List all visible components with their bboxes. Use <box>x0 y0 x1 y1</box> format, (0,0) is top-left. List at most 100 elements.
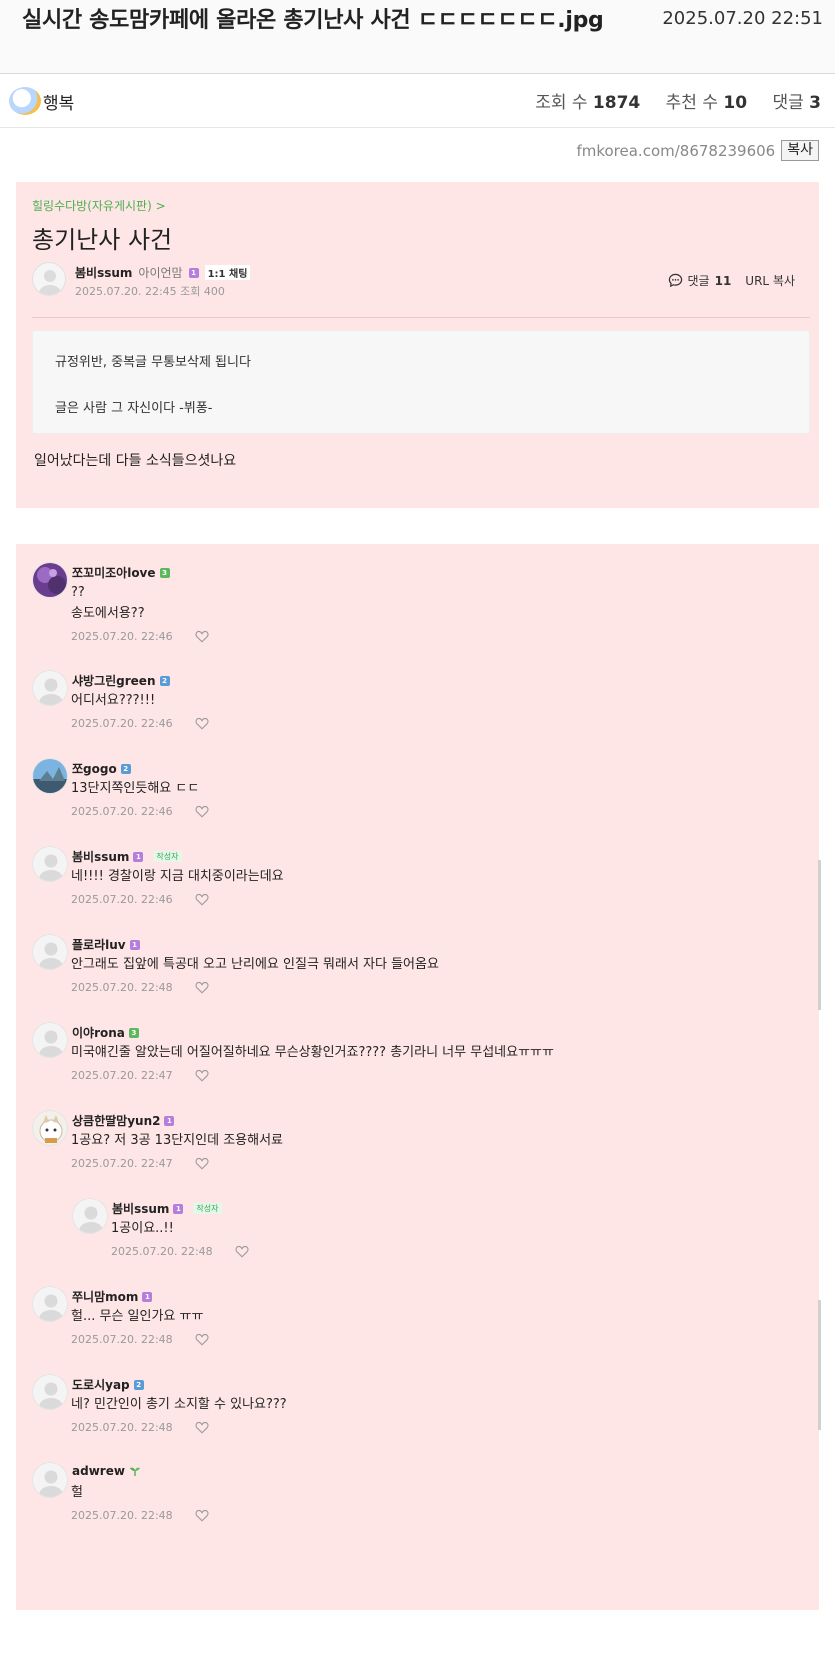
comment-meta: 2025.07.20. 22:48 <box>71 1421 209 1434</box>
author-avatar-icon[interactable] <box>9 87 41 115</box>
post-stats: 조회 수 1874 추천 수 10 댓글 3 <box>535 88 821 113</box>
commenter-name[interactable]: 샤방그린green <box>72 672 156 689</box>
commenter-avatar-icon[interactable] <box>32 1022 68 1058</box>
level-badge-icon: 1 <box>129 939 140 950</box>
comment-date: 2025.07.20. 22:46 <box>71 717 173 730</box>
commenter-avatar-icon[interactable] <box>72 1198 108 1234</box>
commenter-name[interactable]: 쭈니맘mom <box>72 1288 138 1305</box>
comment-line: 1공요? 저 3공 13단지인데 조용해서료 <box>71 1133 283 1148</box>
writer-info: 봄비ssum 아이언맘 1 1:1 채팅 <box>75 264 251 281</box>
commenter-info: 봄비ssum 1 작성자 <box>112 1200 222 1217</box>
commenter-name[interactable]: 쪼꼬미조아love <box>72 564 156 581</box>
scrollbar-thumb[interactable] <box>818 1300 821 1430</box>
comment-date: 2025.07.20. 22:48 <box>71 981 173 994</box>
commenter-name[interactable]: 쪼gogo <box>72 760 117 777</box>
card-body-text: 일어났다는데 다들 소식들으셧나요 <box>34 453 237 469</box>
commenter-name[interactable]: 상큼한딸맘yun2 <box>72 1112 160 1129</box>
heart-icon[interactable] <box>195 893 209 906</box>
recommend-count: 10 <box>723 93 748 113</box>
heart-icon[interactable] <box>195 1157 209 1170</box>
comment-text: 1공이요..!! <box>111 1218 174 1239</box>
comment-line: 13단지쪽인듯해요 ㄷㄷ <box>71 781 200 796</box>
comment-date: 2025.07.20. 22:46 <box>71 893 173 906</box>
level-badge-icon: 1 <box>173 1203 184 1214</box>
heart-icon[interactable] <box>195 1509 209 1522</box>
writer-nickname: 아이언맘 <box>138 266 183 280</box>
comment-meta: 2025.07.20. 22:46 <box>71 717 209 730</box>
heart-icon[interactable] <box>195 630 209 643</box>
commenter-name[interactable]: 봄비ssum <box>72 848 129 865</box>
commenter-avatar-icon[interactable] <box>32 1462 68 1498</box>
card-actions: 댓글 11 URL 복사 <box>668 272 795 289</box>
comment-text: 헐 <box>71 1482 83 1503</box>
board-category-link[interactable]: 힐링수다방(자유게시판) > <box>32 197 166 214</box>
comment-line: 어디서요???!!! <box>71 693 156 708</box>
comment-date: 2025.07.20. 22:48 <box>71 1509 173 1522</box>
commenter-name[interactable]: 도로시yap <box>72 1376 130 1393</box>
level-badge-icon: 1 <box>133 851 144 862</box>
level-badge-icon: 2 <box>133 1379 144 1390</box>
comments-count: 3 <box>809 93 821 113</box>
commenter-avatar-icon[interactable] <box>32 758 68 794</box>
card-comments-count: 11 <box>714 273 732 288</box>
heart-icon[interactable] <box>235 1245 249 1258</box>
comment-text: 헐... 무슨 일인가요 ㅠㅠ <box>71 1306 203 1327</box>
chat-button[interactable]: 1:1 채팅 <box>204 265 251 280</box>
comment-line: 헐... 무슨 일인가요 ㅠㅠ <box>71 1309 204 1324</box>
commenter-avatar-icon[interactable] <box>32 1286 68 1322</box>
url-copy-button[interactable]: URL 복사 <box>745 272 795 289</box>
copy-url-button[interactable]: 복사 <box>781 140 819 161</box>
heart-icon[interactable] <box>195 1333 209 1346</box>
comment-text: ?? 송도에서용?? <box>71 582 145 624</box>
commenter-avatar-icon[interactable] <box>32 670 68 706</box>
comment-line: 네!!!! 경찰이랑 지금 대치중이라는데요 <box>71 869 284 884</box>
commenter-avatar-icon[interactable] <box>32 1374 68 1410</box>
level-badge-icon: 1 <box>164 1115 175 1126</box>
comment-text: 어디서요???!!! <box>71 690 155 711</box>
card-comments-button[interactable]: 댓글 11 <box>668 272 732 289</box>
heart-icon[interactable] <box>195 1069 209 1082</box>
post-title: 실시간 송도맘카페에 올라온 총기난사 사건 ㄷㄷㄷㄷㄷㄷㄷ.jpg <box>22 8 604 33</box>
original-post-card: 힐링수다방(자유게시판) > 총기난사 사건 봄비ssum 아이언맘 1 1:1… <box>16 182 819 508</box>
commenter-avatar-icon[interactable] <box>32 846 68 882</box>
writer-meta: 2025.07.20. 22:45 조회 400 <box>75 285 225 298</box>
author-name[interactable]: 행복 <box>43 89 74 114</box>
commenter-info: 상큼한딸맘yun2 1 <box>72 1112 175 1129</box>
commenter-name[interactable]: 봄비ssum <box>112 1200 169 1217</box>
writer-name[interactable]: 봄비ssum <box>75 264 132 281</box>
commenter-info: 이야rona 3 <box>72 1024 139 1041</box>
comment-line: 네? 민간인이 총기 소지할 수 있나요??? <box>71 1397 287 1412</box>
comment-meta: 2025.07.20. 22:48 <box>111 1245 249 1258</box>
heart-icon[interactable] <box>195 717 209 730</box>
author-bar: 행복 조회 수 1874 추천 수 10 댓글 3 <box>0 74 835 128</box>
views-count: 1874 <box>592 93 641 113</box>
commenter-info: 쪼gogo 2 <box>72 760 131 777</box>
commenter-name[interactable]: adwrew <box>72 1464 125 1478</box>
level-badge-icon: 1 <box>188 267 199 278</box>
commenter-info: adwrew <box>72 1464 141 1478</box>
card-divider <box>32 317 810 318</box>
commenter-avatar-icon[interactable] <box>32 934 68 970</box>
comment-meta: 2025.07.20. 22:46 <box>71 630 209 643</box>
commenter-avatar-icon[interactable] <box>32 562 68 598</box>
heart-icon[interactable] <box>195 981 209 994</box>
scrollbar-thumb[interactable] <box>818 860 821 1010</box>
comment-line: ?? <box>71 585 85 600</box>
heart-icon[interactable] <box>195 1421 209 1434</box>
comment-meta: 2025.07.20. 22:47 <box>71 1069 209 1082</box>
commenter-avatar-icon[interactable] <box>32 1110 68 1146</box>
commenter-name[interactable]: 이야rona <box>72 1024 125 1041</box>
comment-date: 2025.07.20. 22:48 <box>71 1333 173 1346</box>
commenter-name[interactable]: 플로라luv <box>72 936 126 953</box>
notice-line-2: 글은 사람 그 자신이다 -뷔퐁- <box>55 401 213 416</box>
comment-date: 2025.07.20. 22:46 <box>71 805 173 818</box>
heart-icon[interactable] <box>195 805 209 818</box>
card-title: 총기난사 사건 <box>32 226 173 254</box>
level-badge-icon: 3 <box>128 1027 139 1038</box>
writer-tag: 작성자 <box>193 1203 222 1214</box>
comment-text: 안그래도 집앞에 특공대 오고 난리에요 인질극 뭐래서 자다 들어옴요 <box>71 954 439 975</box>
level-badge-icon: 2 <box>159 675 170 686</box>
writer-avatar-icon[interactable] <box>32 262 66 296</box>
level-badge-icon: 2 <box>120 763 131 774</box>
comment-text: 13단지쪽인듯해요 ㄷㄷ <box>71 778 199 799</box>
